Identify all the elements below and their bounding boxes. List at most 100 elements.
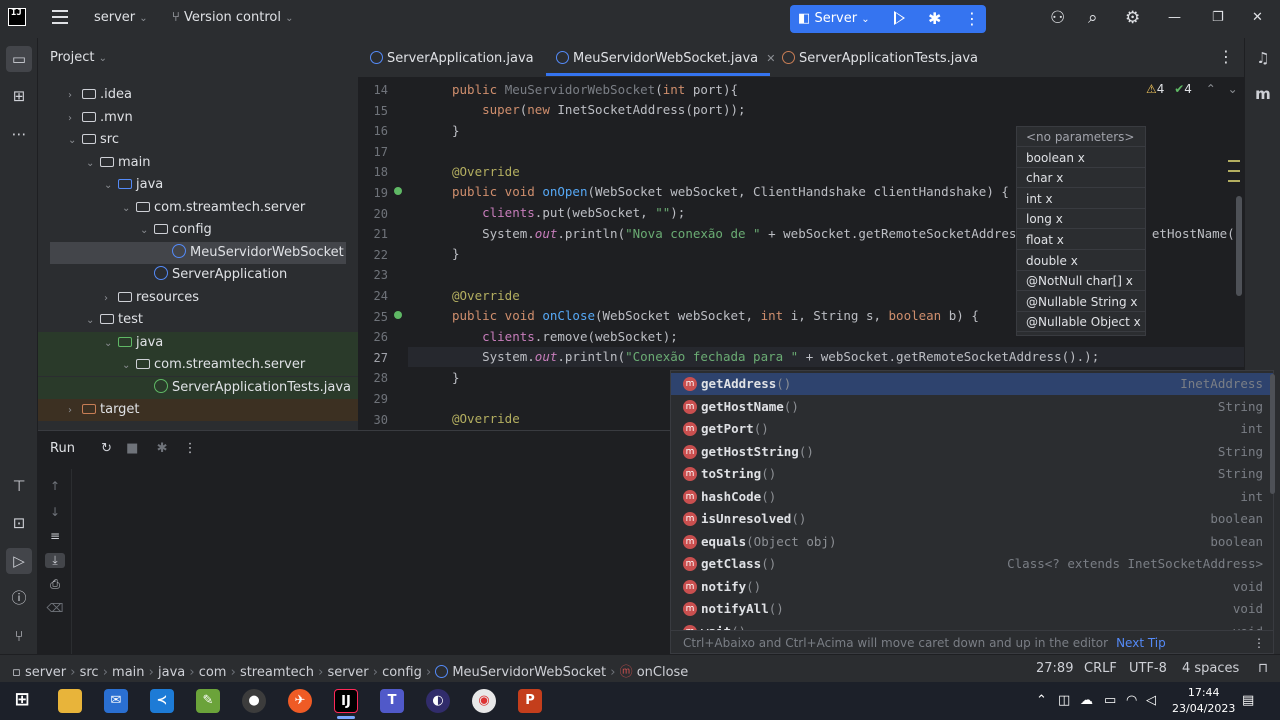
intellij-logo-icon[interactable]: IJ _ — [8, 8, 26, 27]
debug-icon[interactable]: ✱ — [157, 441, 168, 456]
chevron-down-icon[interactable]: ⌄ — [86, 153, 100, 175]
run-panel-title[interactable]: Run — [50, 441, 75, 456]
ai-assistant-icon[interactable]: m — [1253, 84, 1273, 104]
completion-item[interactable]: m isUnresolved() boolean — [671, 508, 1273, 530]
restore-icon[interactable]: ❐ — [1212, 10, 1224, 25]
more-vertical-icon[interactable]: ⋮ — [964, 9, 980, 28]
tree-item[interactable]: ⌄ com.streamtech.server — [38, 354, 358, 376]
next-tip-link[interactable]: Next Tip — [1116, 636, 1166, 650]
problems-icon[interactable]: ⓘ — [9, 588, 29, 608]
indent-setting[interactable]: 4 spaces — [1182, 661, 1239, 676]
stop-icon[interactable]: ■ — [126, 441, 138, 456]
chevron-down-icon[interactable]: ⌄ — [140, 220, 154, 242]
system-clock[interactable]: 17:44 23/04/2023 — [1172, 685, 1235, 717]
postman-icon[interactable]: ✈ — [288, 689, 312, 713]
cloud-icon[interactable]: ☁ — [1080, 693, 1093, 708]
tree-item[interactable]: ⌄ java — [38, 174, 358, 196]
search-icon[interactable]: ⌕ — [1088, 8, 1098, 28]
breadcrumb-item[interactable]: server — [327, 665, 368, 680]
caret-position[interactable]: 27:89 — [1036, 661, 1073, 676]
breadcrumb-item[interactable]: java — [158, 665, 185, 680]
breadcrumb-item[interactable]: onClose — [637, 665, 689, 680]
soft-wrap-icon[interactable]: ≡ — [45, 529, 65, 543]
tree-item[interactable]: ServerApplicationTests.java — [38, 376, 358, 399]
breadcrumb-item[interactable]: main — [112, 665, 144, 680]
breadcrumb-item[interactable]: config — [382, 665, 422, 680]
chevron-down-icon[interactable]: ⌄ — [122, 198, 136, 220]
chevron-right-icon[interactable]: › — [68, 400, 82, 422]
breadcrumb-item[interactable]: streamtech — [240, 665, 314, 680]
tree-item[interactable]: MeuServidorWebSocket — [50, 241, 346, 264]
git-icon[interactable]: ⑂ — [9, 626, 29, 646]
intellij-taskbar-icon[interactable]: IJ — [334, 689, 358, 713]
completion-item[interactable]: m equals(Object obj) boolean — [671, 531, 1273, 553]
terminal-icon[interactable]: ⊡ — [9, 513, 29, 533]
completion-scrollbar[interactable] — [1270, 374, 1275, 494]
file-encoding[interactable]: UTF-8 — [1129, 661, 1167, 676]
wifi-icon[interactable]: ◠ — [1126, 693, 1137, 708]
run-icon[interactable] — [894, 11, 905, 25]
tree-item[interactable]: ⌄ main — [38, 152, 358, 174]
completion-item[interactable]: m getHostName() String — [671, 396, 1273, 418]
chevron-up-icon[interactable]: ⌃ — [1206, 82, 1216, 96]
teams-icon[interactable]: T — [380, 689, 404, 713]
volume-icon[interactable]: ◁ — [1146, 693, 1156, 708]
breadcrumb-item[interactable]: src — [80, 665, 99, 680]
add-user-icon[interactable]: ⚇ — [1050, 8, 1065, 28]
completion-item[interactable]: m getAddress() InetAddress — [671, 373, 1273, 395]
meet-now-icon[interactable]: ◫ — [1058, 693, 1070, 708]
main-menu-icon[interactable] — [52, 10, 68, 24]
warning-marker[interactable] — [1228, 180, 1240, 182]
completion-item[interactable]: m toString() String — [671, 463, 1273, 485]
eclipse-icon[interactable]: ◐ — [426, 689, 450, 713]
tab-server-application[interactable]: ServerApplication.java — [370, 51, 534, 66]
completion-item[interactable]: m getClass() Class<? extends InetSocketAdd… — [671, 553, 1273, 575]
vscode-icon[interactable]: ≺ — [150, 689, 174, 713]
completion-item[interactable]: m hashCode() int — [671, 486, 1273, 508]
tree-item[interactable]: › .idea — [38, 84, 358, 106]
tree-item[interactable]: › resources — [38, 287, 358, 309]
arrow-down-icon[interactable]: ↓ — [45, 505, 65, 519]
structure-icon[interactable]: ⊞ — [9, 86, 29, 106]
completion-item[interactable]: m getPort() int — [671, 418, 1273, 440]
debug-icon[interactable]: ✱ — [928, 9, 941, 28]
close-tab-icon[interactable]: ✕ — [766, 52, 775, 65]
project-folder-icon[interactable]: ▭ — [6, 46, 32, 72]
run-config-selector[interactable]: ◧ Server ⌄ — [798, 11, 870, 26]
tree-item[interactable]: ⌄ config — [38, 219, 358, 241]
version-control-selector[interactable]: ⑂ Version control ⌄ — [172, 10, 293, 25]
tree-item[interactable]: ServerApplication — [38, 264, 358, 286]
notification-center-icon[interactable]: ▤ — [1242, 693, 1254, 708]
more-vertical-icon[interactable]: ⋮ — [1218, 47, 1234, 66]
arrow-up-icon[interactable]: ↑ — [45, 479, 65, 493]
github-icon[interactable]: ● — [242, 689, 266, 713]
tree-item[interactable]: › target — [38, 399, 358, 421]
windows-start-icon[interactable]: ⊞ — [10, 689, 34, 713]
chevron-down-icon[interactable]: ⌄ — [122, 355, 136, 377]
chrome-icon[interactable]: ◉ — [472, 689, 496, 713]
more-horizontal-icon[interactable]: ⋯ — [9, 124, 29, 144]
line-separator[interactable]: CRLF — [1084, 661, 1117, 676]
close-icon[interactable]: ✕ — [1252, 10, 1263, 25]
print-icon[interactable]: ⎙ — [45, 577, 65, 592]
build-hammer-icon[interactable]: ⊤ — [9, 476, 29, 496]
lock-icon[interactable]: ⊓ — [1258, 661, 1268, 676]
implements-marker-icon[interactable] — [394, 187, 402, 195]
chevron-right-icon[interactable]: › — [104, 288, 118, 310]
mail-icon[interactable]: ✉ — [104, 689, 128, 713]
implements-marker-icon[interactable] — [394, 311, 402, 319]
chevron-down-icon[interactable]: ⌄ — [68, 130, 82, 152]
scroll-to-end-icon[interactable]: ⤓ — [45, 553, 65, 568]
chevron-down-icon[interactable]: ⌄ — [86, 310, 100, 332]
tab-server-application-tests[interactable]: ServerApplicationTests.java — [782, 51, 978, 66]
tree-item[interactable]: › .mvn — [38, 107, 358, 129]
more-vertical-icon[interactable]: ⋮ — [1253, 631, 1265, 653]
chevron-right-icon[interactable]: › — [68, 108, 82, 130]
project-panel-header[interactable]: Project ⌄ — [50, 50, 107, 65]
breadcrumb-item[interactable]: com — [199, 665, 227, 680]
chevron-right-icon[interactable]: › — [68, 85, 82, 107]
chevron-down-icon[interactable]: ⌄ — [104, 333, 118, 355]
trash-icon[interactable]: ⌫ — [45, 601, 65, 615]
rerun-icon[interactable]: ↻ — [101, 441, 112, 456]
breadcrumb-item[interactable]: server — [25, 665, 66, 680]
